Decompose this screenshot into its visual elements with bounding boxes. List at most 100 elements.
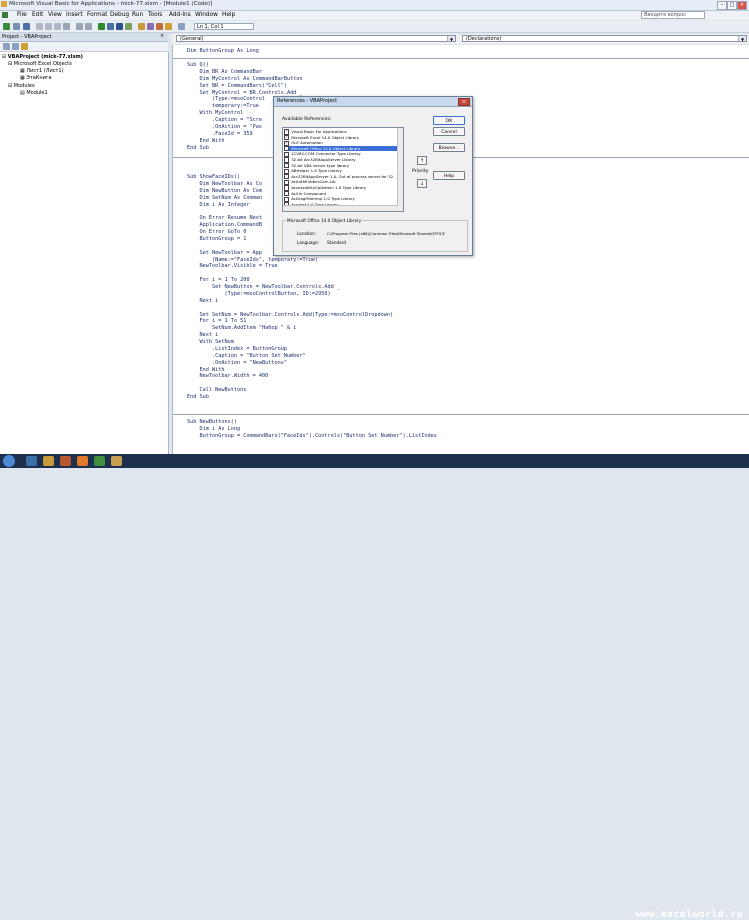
paste-icon[interactable] — [54, 23, 61, 30]
media-icon[interactable] — [60, 456, 71, 466]
reference-checkbox[interactable]: ✓ — [284, 135, 290, 141]
tree-item-module1[interactable]: ▤ Module1 — [20, 90, 48, 96]
menu-format[interactable]: Format — [87, 12, 107, 18]
reference-item[interactable]: ✓ Microsoft Office 14.0 Object Library — [284, 145, 402, 152]
reference-label: 32-bit Arc32BitAppServer Library — [291, 157, 356, 162]
tree-item-thisworkbook[interactable]: ▦ ЭтаКнига — [20, 75, 52, 81]
tree-item-vbaproject[interactable]: ⊟ VBAProject (mick-77.xlsm) — [2, 54, 83, 60]
reference-label: AccessibilityCplAdmin 1.0 Type Library — [291, 185, 367, 190]
reference-checkbox[interactable]: ✓ — [284, 140, 290, 146]
menu-window[interactable]: Window — [195, 12, 218, 18]
view-object-icon[interactable] — [12, 43, 19, 50]
reference-checkbox[interactable] — [284, 179, 290, 185]
list-horizontal-scrollbar[interactable] — [283, 205, 398, 211]
reference-item[interactable]: 1CV82.COM Connector Type Library — [284, 151, 402, 157]
reference-checkbox[interactable] — [284, 174, 290, 180]
object-browser-icon[interactable] — [156, 23, 163, 30]
ok-button[interactable]: OK — [433, 116, 465, 125]
view-code-icon[interactable] — [3, 43, 10, 50]
tree-item-modules[interactable]: ⊟ Modules — [8, 83, 35, 89]
menu-help[interactable]: Help — [222, 12, 235, 18]
priority-up-button[interactable]: ↑ — [417, 156, 427, 165]
project-explorer-icon[interactable] — [138, 23, 145, 30]
procedure-divider — [173, 414, 749, 415]
tree-item-sheet1[interactable]: ▦ Лист1 (Лист1) — [20, 68, 64, 74]
reference-checkbox[interactable] — [284, 196, 290, 202]
reference-item[interactable]: ABHelper 1.0 Type Library — [284, 168, 402, 174]
reference-item[interactable]: AcDragFilterImp 1.0 Type Library — [284, 196, 402, 202]
vba-app-icon — [1, 1, 7, 7]
reference-checkbox[interactable]: ✓ — [284, 146, 290, 152]
firefox-icon[interactable] — [77, 456, 88, 466]
maximize-button[interactable]: □ — [727, 1, 737, 10]
excel-taskbar-icon[interactable] — [94, 456, 105, 466]
reference-item[interactable]: 32-bit Arc32BitAppServer Library — [284, 157, 402, 163]
menu-insert[interactable]: Insert — [66, 12, 83, 18]
help-icon[interactable] — [178, 23, 185, 30]
reference-item[interactable]: ✓ Microsoft Excel 14.0 Object Library — [284, 135, 402, 141]
menu-edit[interactable]: Edit — [32, 12, 43, 18]
start-button[interactable] — [3, 455, 15, 467]
menu-file[interactable]: File — [17, 12, 27, 18]
copy-icon[interactable] — [45, 23, 52, 30]
standard-toolbar — [0, 21, 749, 33]
tree-item-excel-objects[interactable]: ⊟ Microsoft Excel Objects — [8, 61, 72, 67]
explorer-icon[interactable] — [43, 456, 54, 466]
menu-add-ins[interactable]: Add-Ins — [169, 12, 191, 18]
vba-taskbar-icon[interactable] — [111, 456, 122, 466]
reference-item[interactable]: AccessibilityCplAdmin 1.0 Type Library — [284, 185, 402, 191]
reference-checkbox[interactable] — [284, 185, 290, 191]
references-list[interactable]: Acrobat 1.0 Type LibraryAcDragFilterImp … — [282, 127, 404, 212]
reference-checkbox[interactable] — [284, 168, 290, 174]
reference-checkbox[interactable] — [284, 191, 290, 197]
code-text-newbuttons: Sub NewButtons() Dim i As Long ButtonGro… — [187, 419, 437, 439]
help-button[interactable]: Help — [433, 171, 465, 180]
excel-icon[interactable] — [2, 12, 8, 18]
find-icon[interactable] — [63, 23, 70, 30]
insert-module-icon[interactable] — [13, 23, 20, 30]
window-title: Microsoft Visual Basic for Applications … — [9, 1, 213, 7]
close-icon[interactable]: × — [160, 33, 164, 39]
priority-down-button[interactable]: ↓ — [417, 179, 427, 188]
properties-icon[interactable] — [147, 23, 154, 30]
project-explorer-toolbar — [0, 42, 168, 52]
reset-icon[interactable] — [116, 23, 123, 30]
browse-button[interactable]: Browse... — [433, 143, 465, 152]
reference-item[interactable]: ✓ Visual Basic For Applications — [284, 129, 402, 135]
save-icon[interactable] — [23, 23, 30, 30]
toggle-folders-icon[interactable] — [21, 43, 28, 50]
reference-item[interactable]: AcCm Component — [284, 191, 402, 197]
list-vertical-scrollbar[interactable] — [397, 128, 403, 211]
object-combo[interactable]: (General) ▼ — [176, 35, 456, 42]
code-text-declarations: Dim ButtonGroup As Long — [187, 48, 259, 54]
reference-item[interactable]: 32-bit VBA server type library — [284, 163, 402, 169]
reference-checkbox[interactable] — [284, 157, 290, 163]
ask-question-input[interactable]: Введите вопрос — [641, 11, 705, 19]
reference-checkbox[interactable] — [284, 151, 290, 157]
break-icon[interactable] — [107, 23, 114, 30]
procedure-combo[interactable]: (Declarations) ▼ — [462, 35, 747, 42]
undo-icon[interactable] — [76, 23, 83, 30]
close-button[interactable]: × — [737, 1, 747, 10]
redo-icon[interactable] — [85, 23, 92, 30]
toolbox-icon[interactable] — [165, 23, 172, 30]
menu-tools[interactable]: Tools — [148, 12, 162, 18]
reference-item[interactable]: ✓ OLE Automation — [284, 140, 402, 146]
cancel-button[interactable]: Cancel — [433, 127, 465, 136]
design-mode-icon[interactable] — [125, 23, 132, 30]
reference-checkbox[interactable]: ✓ — [284, 129, 290, 135]
menu-debug[interactable]: Debug — [110, 12, 129, 18]
menu-run[interactable]: Run — [132, 12, 143, 18]
menu-view[interactable]: View — [48, 12, 62, 18]
view-excel-icon[interactable] — [3, 23, 10, 30]
run-icon[interactable] — [98, 23, 105, 30]
reference-item[interactable]: Acc32BitAppServer 1.0, Out of process se… — [284, 174, 402, 180]
cut-icon[interactable] — [36, 23, 43, 30]
reference-checkbox[interactable] — [284, 163, 290, 169]
dialog-close-button[interactable]: × — [458, 98, 470, 106]
ie-icon[interactable] — [26, 456, 37, 466]
chevron-down-icon: ▼ — [447, 36, 455, 42]
reference-item[interactable]: AcAuthEntitiesCom.Lib — [284, 179, 402, 185]
minimize-button[interactable]: – — [717, 1, 727, 10]
reference-label: Microsoft Office 14.0 Object Library — [291, 145, 361, 151]
